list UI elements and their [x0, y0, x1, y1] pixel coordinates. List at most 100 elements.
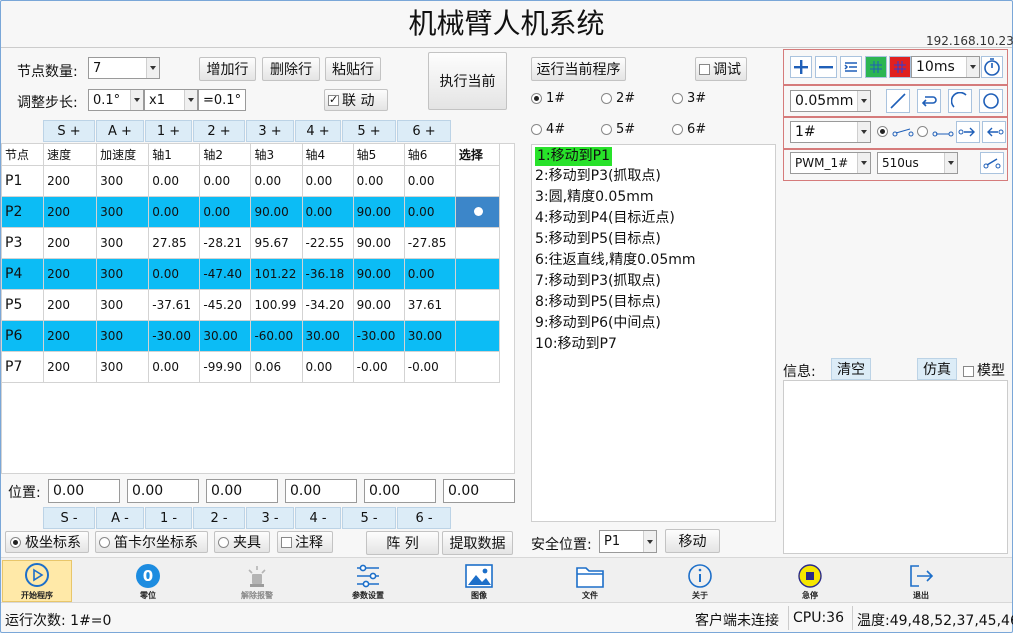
a-minus-button[interactable]: A -	[96, 507, 144, 529]
table-cell[interactable]: 300	[96, 289, 150, 321]
position-field-5[interactable]: 0.00	[364, 479, 436, 503]
image-button[interactable]: 图像	[444, 563, 514, 601]
table-cell[interactable]: 0.00	[403, 196, 456, 228]
table-cell[interactable]: -60.00	[250, 320, 303, 352]
table-cell[interactable]: -22.55	[301, 227, 354, 259]
safe-position-select[interactable]: P1	[599, 530, 657, 553]
table-cell[interactable]: 30.00	[301, 320, 354, 352]
table-cell[interactable]: 90.00	[352, 196, 405, 228]
table-cell[interactable]: 300	[96, 351, 150, 383]
run-program-button[interactable]: 运行当前程序	[531, 57, 626, 81]
line-icon[interactable]	[886, 89, 910, 113]
comment-toggle[interactable]: 注释	[277, 531, 333, 553]
s-minus-button[interactable]: S -	[43, 507, 95, 529]
program-slot-4[interactable]: 4#	[531, 122, 565, 137]
select-cell[interactable]	[454, 196, 501, 228]
axis6-minus-button[interactable]: 6 -	[397, 507, 451, 529]
table-cell[interactable]: 0.00	[148, 165, 201, 197]
table-cell[interactable]: 100.99	[250, 289, 303, 321]
table-cell[interactable]: 0.00	[403, 165, 456, 197]
axis6-plus-button[interactable]: 6 +	[397, 120, 451, 142]
position-field-2[interactable]: 0.00	[127, 479, 199, 503]
zero-button[interactable]: 0 零位	[113, 563, 183, 601]
table-cell[interactable]: -47.40	[199, 258, 252, 290]
position-field-1[interactable]: 0.00	[48, 479, 120, 503]
program-slot-5[interactable]: 5#	[601, 122, 635, 137]
list-indent-icon[interactable]	[840, 56, 862, 78]
table-cell[interactable]: -30.00	[352, 320, 405, 352]
link-checkbox[interactable]	[328, 93, 339, 106]
table-cell[interactable]: 90.00	[352, 227, 405, 259]
table-cell[interactable]: 90.00	[352, 289, 405, 321]
delete-row-button[interactable]: 删除行	[262, 57, 320, 81]
table-row[interactable]: P6 200 300 -30.00 30.00 -60.00 30.00 -30.00 30.0…	[0, 320, 501, 352]
table-cell[interactable]: 95.67	[250, 227, 303, 259]
select-cell[interactable]	[454, 227, 501, 259]
emergency-stop-button[interactable]: 急停	[775, 563, 845, 601]
pwm-select[interactable]: PWM_1#	[790, 152, 871, 174]
list-item[interactable]: 5:移动到P5(目标点)	[532, 229, 775, 250]
table-cell[interactable]: -36.18	[301, 258, 354, 290]
table-cell[interactable]: P6	[0, 320, 45, 352]
multiplier-select[interactable]: x1	[144, 89, 198, 111]
table-cell[interactable]: 0.00	[301, 351, 354, 383]
program-list[interactable]: 1:移动到P1 2:移动到P3(抓取点) 3:圆,精度0.05mm 4:移动到P…	[531, 144, 776, 522]
axis3-plus-button[interactable]: 3 +	[246, 120, 294, 142]
interval-select[interactable]: 10ms	[911, 56, 980, 78]
timer-icon[interactable]	[981, 56, 1003, 78]
exit-button[interactable]: 退出	[886, 563, 956, 601]
list-item[interactable]: 9:移动到P6(中间点)	[532, 313, 775, 334]
clear-alarm-button[interactable]: 解除报警	[222, 563, 292, 601]
axis4-plus-button[interactable]: 4 +	[295, 120, 341, 142]
axis5-plus-button[interactable]: 5 +	[342, 120, 396, 142]
grid-green-icon[interactable]	[865, 56, 887, 78]
select-cell[interactable]	[454, 351, 501, 383]
table-cell[interactable]: 27.85	[148, 227, 201, 259]
switch-closed-radio[interactable]	[877, 124, 914, 139]
select-cell[interactable]	[454, 258, 501, 290]
list-item[interactable]: 4:移动到P4(目标近点)	[532, 208, 775, 229]
file-button[interactable]: 文件	[555, 563, 625, 601]
position-field-3[interactable]: 0.00	[206, 479, 278, 503]
add-row-button[interactable]: 增加行	[199, 57, 256, 81]
table-cell[interactable]: -30.00	[148, 320, 201, 352]
table-cell[interactable]: 0.00	[250, 165, 303, 197]
clear-button[interactable]: 清空	[831, 358, 871, 380]
comment-checkbox[interactable]	[281, 536, 292, 548]
table-row[interactable]: P2 200 300 0.00 0.00 90.00 0.00 90.00 0.00	[0, 196, 501, 228]
select-cell[interactable]	[454, 165, 501, 197]
params-button[interactable]: 参数设置	[333, 563, 403, 601]
table-cell[interactable]: 0.06	[250, 351, 303, 383]
move-button[interactable]: 移动	[665, 529, 720, 553]
precision-select[interactable]: 0.05mm	[790, 90, 871, 112]
polar-radio[interactable]: 极坐标系	[5, 531, 89, 553]
table-cell[interactable]: 200	[43, 165, 98, 197]
list-item[interactable]: 7:移动到P3(抓取点)	[532, 271, 775, 292]
program-slot-1[interactable]: 1#	[531, 91, 565, 106]
list-item[interactable]: 2:移动到P3(抓取点)	[532, 166, 775, 187]
debug-checkbox[interactable]	[699, 63, 710, 75]
plus-icon[interactable]	[790, 56, 812, 78]
table-cell[interactable]: 30.00	[199, 320, 252, 352]
table-cell[interactable]: P3	[0, 227, 45, 259]
table-cell[interactable]: 200	[43, 227, 98, 259]
gripper-radio[interactable]: 夹具	[214, 531, 270, 553]
table-cell[interactable]: 300	[96, 165, 150, 197]
position-field-4[interactable]: 0.00	[285, 479, 357, 503]
list-item[interactable]: 10:移动到P7	[532, 334, 775, 355]
table-cell[interactable]: 0.00	[199, 196, 252, 228]
table-cell[interactable]: 0.00	[403, 258, 456, 290]
table-row[interactable]: P4 200 300 0.00 -47.40 101.22 -36.18 90.00 0.00	[0, 258, 501, 290]
execute-current-button[interactable]: 执行当前	[428, 52, 507, 110]
table-row[interactable]: P7 200 300 0.00 -99.90 0.06 0.00 -0.00 -0.00	[0, 351, 501, 383]
arc-icon[interactable]	[948, 89, 972, 113]
table-row[interactable]: P1 200 300 0.00 0.00 0.00 0.00 0.00 0.00	[0, 165, 501, 197]
program-slot-2[interactable]: 2#	[601, 91, 635, 106]
table-cell[interactable]: P7	[0, 351, 45, 383]
cartesian-radio[interactable]: 笛卡尔坐标系	[95, 531, 208, 553]
table-cell[interactable]: 0.00	[301, 165, 354, 197]
minus-icon[interactable]	[815, 56, 837, 78]
list-item[interactable]: 8:移动到P5(目标点)	[532, 292, 775, 313]
model-checkbox[interactable]	[963, 365, 974, 377]
info-textarea[interactable]	[783, 380, 1008, 554]
